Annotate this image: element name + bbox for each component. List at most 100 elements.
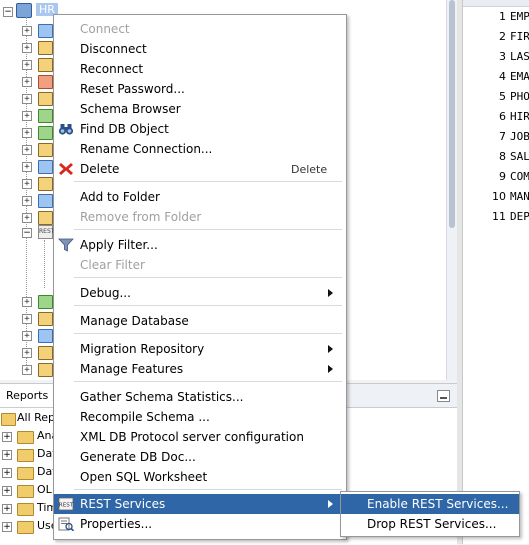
editioning-views-folder-icon	[38, 58, 53, 72]
table-row[interactable]: 6 HIR	[463, 107, 529, 127]
column-name-cell[interactable]: SAL	[510, 150, 529, 163]
menu-item-disconnect[interactable]: Disconnect	[54, 39, 346, 59]
tree-node[interactable]: +	[0, 293, 60, 310]
expand-icon[interactable]: +	[22, 77, 32, 87]
tree-node[interactable]: +	[0, 361, 60, 378]
expand-icon[interactable]: +	[22, 331, 32, 341]
tree-node[interactable]: +	[0, 209, 60, 226]
views-folder-icon	[38, 41, 53, 55]
expand-icon[interactable]: +	[22, 297, 32, 307]
column-name-cell[interactable]: COM	[510, 170, 529, 183]
expand-icon[interactable]: +	[22, 145, 32, 155]
row-number: 4	[499, 70, 506, 83]
menu-item-clear-filter[interactable]: Clear Filter	[54, 255, 346, 275]
expand-icon[interactable]: +	[22, 179, 32, 189]
menu-separator	[74, 333, 342, 334]
expand-icon[interactable]: +	[22, 196, 32, 206]
minimize-icon[interactable]	[437, 390, 450, 402]
expand-icon[interactable]: +	[2, 468, 12, 478]
column-name-cell[interactable]: LAS	[510, 50, 529, 63]
tree-node[interactable]: +	[0, 124, 60, 141]
tree-node[interactable]: +	[0, 107, 60, 124]
menu-item-xml-db-protocol[interactable]: XML DB Protocol server configuration	[54, 427, 346, 447]
menu-item-migration-repository[interactable]: Migration Repository	[54, 339, 346, 359]
expand-icon[interactable]: +	[22, 213, 32, 223]
menu-item-find-db-object[interactable]: Find DB Object	[54, 119, 346, 139]
menu-item-connect[interactable]: Connect	[54, 19, 346, 39]
table-row[interactable]: 10 MAN	[463, 187, 529, 207]
expand-icon[interactable]: +	[2, 486, 12, 496]
tree-node[interactable]: +	[0, 175, 60, 192]
tree-node[interactable]: +	[0, 90, 60, 107]
column-name-cell[interactable]: EMA	[510, 70, 529, 83]
menu-item-manage-database[interactable]: Manage Database	[54, 311, 346, 331]
expand-icon[interactable]: +	[2, 504, 12, 514]
expand-icon[interactable]: +	[22, 162, 32, 172]
tree-node[interactable]: +	[0, 39, 60, 56]
menu-item-enable-rest-services[interactable]: Enable REST Services...	[341, 494, 519, 514]
menu-item-reset-password[interactable]: Reset Password...	[54, 79, 346, 99]
menu-item-rest-services[interactable]: REST REST Services	[54, 494, 346, 514]
menu-item-recompile-schema[interactable]: Recompile Schema ...	[54, 407, 346, 427]
tree-node[interactable]: +	[0, 141, 60, 158]
menu-item-open-sql-worksheet[interactable]: Open SQL Worksheet	[54, 467, 346, 487]
column-name-cell[interactable]: EMP	[510, 10, 529, 23]
menu-item-drop-rest-services[interactable]: Drop REST Services...	[341, 514, 519, 534]
table-row[interactable]: 3 LAS	[463, 47, 529, 67]
tree-node[interactable]: +	[0, 56, 60, 73]
tree-node[interactable]: +	[0, 310, 60, 327]
menu-item-manage-features[interactable]: Manage Features	[54, 359, 346, 379]
expand-icon[interactable]: +	[22, 94, 32, 104]
menu-item-apply-filter[interactable]: Apply Filter...	[54, 235, 346, 255]
menu-item-rename-connection[interactable]: Rename Connection...	[54, 139, 346, 159]
column-name-cell[interactable]: PHO	[510, 90, 529, 103]
expand-icon[interactable]: +	[22, 128, 32, 138]
column-name-cell[interactable]: MAN	[510, 190, 529, 203]
tree-node[interactable]: +	[0, 344, 60, 361]
menu-item-reconnect[interactable]: Reconnect	[54, 59, 346, 79]
table-row[interactable]: 2 FIR	[463, 27, 529, 47]
menu-item-debug[interactable]: Debug...	[54, 283, 346, 303]
expand-icon[interactable]: +	[2, 450, 12, 460]
scrollbar-thumb[interactable]	[449, 0, 455, 228]
menu-item-label: Enable REST Services...	[367, 497, 509, 511]
tree-node[interactable]: +	[0, 73, 60, 90]
expand-icon[interactable]: +	[22, 348, 32, 358]
table-row[interactable]: 11 DEP	[463, 207, 529, 227]
report-node-label[interactable]: OL	[37, 483, 52, 496]
menu-item-generate-db-doc[interactable]: Generate DB Doc...	[54, 447, 346, 467]
menu-item-label: Rename Connection...	[80, 142, 213, 156]
tree-node[interactable]: +	[0, 327, 60, 344]
column-name-cell[interactable]: HIR	[510, 110, 529, 123]
menu-item-remove-from-folder[interactable]: Remove from Folder	[54, 207, 346, 227]
expand-icon[interactable]: +	[22, 43, 32, 53]
collapse-icon[interactable]: −	[22, 228, 32, 238]
column-name-cell[interactable]: JOB	[510, 130, 529, 143]
table-row[interactable]: 5 PHO	[463, 87, 529, 107]
menu-item-gather-schema-statistics[interactable]: Gather Schema Statistics...	[54, 387, 346, 407]
table-row[interactable]: 7 JOB	[463, 127, 529, 147]
tree-node[interactable]: +	[0, 22, 60, 39]
collapse-icon[interactable]: −	[3, 7, 13, 17]
menu-item-schema-browser[interactable]: Schema Browser	[54, 99, 346, 119]
table-row[interactable]: 9 COM	[463, 167, 529, 187]
menu-item-delete[interactable]: Delete Delete	[54, 159, 346, 179]
tree-node[interactable]: +	[0, 158, 60, 175]
expand-icon[interactable]: +	[22, 26, 32, 36]
tab-reports[interactable]: Reports	[0, 384, 56, 407]
column-name-cell[interactable]: DEP	[510, 210, 529, 223]
table-row[interactable]: 1 EMP	[463, 7, 529, 27]
expand-icon[interactable]: +	[22, 365, 32, 375]
menu-item-label: Properties...	[80, 517, 153, 531]
expand-icon[interactable]: +	[2, 522, 12, 532]
menu-item-add-to-folder[interactable]: Add to Folder	[54, 187, 346, 207]
menu-item-properties[interactable]: Properties...	[54, 514, 346, 534]
column-name-cell[interactable]: FIR	[510, 30, 529, 43]
table-row[interactable]: 8 SAL	[463, 147, 529, 167]
table-row[interactable]: 4 EMA	[463, 67, 529, 87]
expand-icon[interactable]: +	[22, 60, 32, 70]
expand-icon[interactable]: +	[22, 314, 32, 324]
expand-icon[interactable]: +	[22, 111, 32, 121]
expand-icon[interactable]: +	[2, 432, 12, 442]
tree-node[interactable]: +	[0, 192, 60, 209]
